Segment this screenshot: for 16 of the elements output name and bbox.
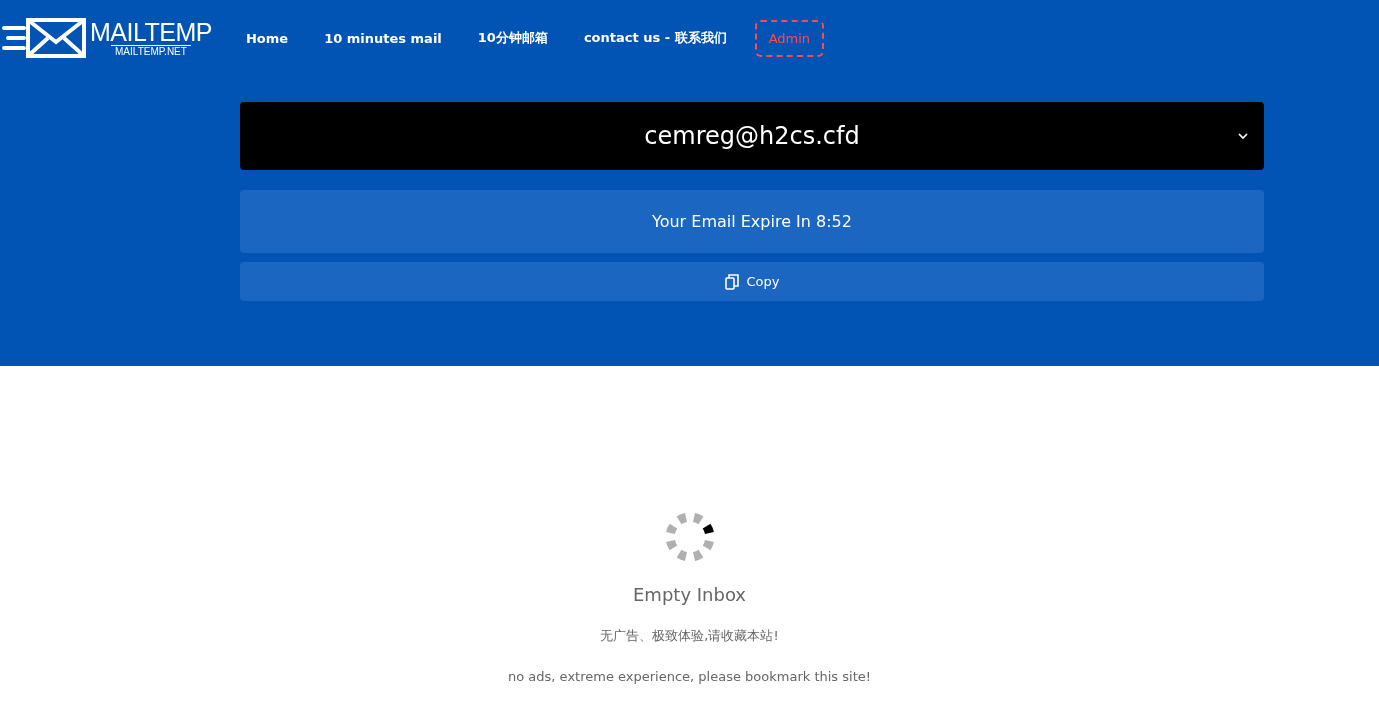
notice-text: 无广告、极致体验,请收藏本站! (600, 627, 779, 645)
copy-icon (724, 273, 739, 290)
chevron-down-icon (1238, 133, 1248, 140)
loading-spinner-icon (664, 512, 715, 562)
nav-link[interactable]: 10 minutes mail (316, 20, 450, 56)
logo-subtitle: MAILTEMP.NET (111, 44, 191, 58)
email-select[interactable]: cemreg@h2cs.cfd (240, 102, 1264, 170)
logo-title: MAILTEMP (90, 18, 212, 45)
expiry-notice: Your Email Expire In 8:52 (240, 190, 1264, 253)
nav-link[interactable]: Home (237, 20, 297, 56)
inbox-status: Empty Inbox (633, 584, 746, 605)
envelope-logo-icon (2, 16, 88, 60)
notice-text: no ads, extreme experience, please bookmark this site! (508, 669, 871, 684)
nav-link[interactable]: contact us - 联系我们 (575, 19, 735, 57)
copy-button[interactable]: Copy (240, 262, 1264, 301)
nav-link[interactable]: 10分钟邮箱 (469, 19, 556, 57)
